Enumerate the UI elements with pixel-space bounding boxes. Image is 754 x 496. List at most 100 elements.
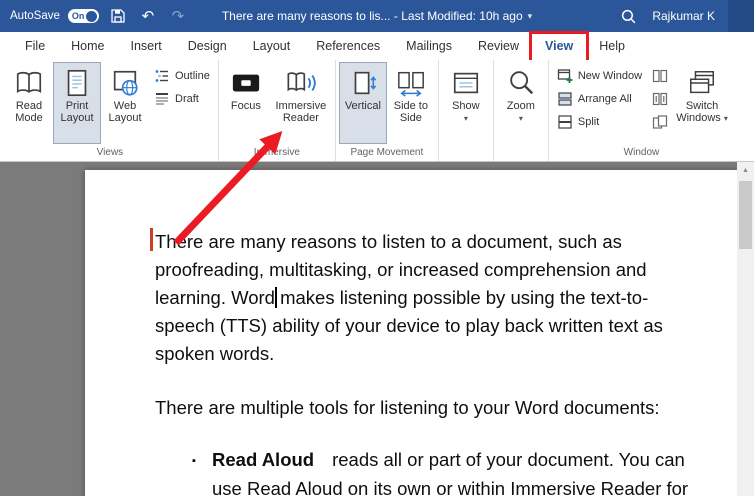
user-name[interactable]: Rajkumar K — [652, 9, 715, 23]
paragraph-line: proofreading, multitasking, or increased… — [155, 259, 647, 280]
switch-windows-icon — [690, 71, 715, 94]
outline-button[interactable]: Outline — [149, 65, 215, 87]
undo-button[interactable]: ↶ — [137, 5, 159, 27]
autosave-toggle[interactable]: On — [67, 9, 99, 23]
tab-file[interactable]: File — [12, 34, 58, 58]
window-group-label: Window — [623, 147, 660, 158]
autosave-label: AutoSave — [10, 10, 60, 22]
synchronous-scrolling-button[interactable] — [649, 90, 671, 108]
print-layout-button[interactable]: Print Layout — [53, 62, 101, 144]
chevron-down-icon: ▾ — [723, 114, 728, 123]
tab-design[interactable]: Design — [175, 34, 240, 58]
page-icon — [67, 69, 87, 97]
document-canvas: There are many reasons to listen to a do… — [0, 162, 754, 496]
switch-windows-label: Switch Windows — [676, 100, 721, 124]
zoom-label: Zoom — [506, 100, 535, 112]
reset-window-position-icon — [652, 115, 668, 129]
tab-view-label: View — [545, 39, 574, 53]
chevron-down-icon: ▾ — [463, 114, 468, 123]
vertical-scrollbar[interactable]: ▲ — [737, 162, 754, 496]
bullet-term: Read Aloud — [212, 449, 315, 470]
paragraph-line: spoken words. — [155, 343, 275, 364]
draft-button[interactable]: Draft — [149, 88, 215, 110]
search-button[interactable] — [617, 5, 639, 27]
bullet-line: ▪ Read Aloud reads all or part of your doc… — [192, 446, 688, 475]
views-group-label: Views — [96, 147, 124, 158]
save-button[interactable] — [107, 5, 129, 27]
page-movement-group-label: Page Movement — [350, 147, 424, 158]
web-layout-button[interactable]: Web Layout — [101, 62, 149, 144]
split-label: Split — [577, 116, 600, 128]
magnifier-icon — [510, 71, 533, 95]
autosave-state: On — [71, 11, 85, 21]
arrange-all-label: Arrange All — [577, 93, 632, 105]
side-to-side-button[interactable]: Side to Side — [387, 62, 435, 144]
focus-icon — [232, 74, 259, 92]
avatar[interactable] — [728, 0, 754, 32]
show-dropdown-button[interactable]: Show ▾ — [442, 62, 490, 144]
read-mode-button[interactable]: Read Mode — [5, 62, 53, 144]
bullet-line: use Read Aloud on its own or within Imme… — [212, 478, 689, 496]
tab-home[interactable]: Home — [58, 34, 117, 58]
globe-page-icon — [113, 70, 138, 96]
arrange-all-button[interactable]: Arrange All — [552, 88, 647, 110]
side-to-side-icon — [397, 71, 424, 97]
redo-icon: ↷ — [171, 8, 185, 25]
reset-window-position-button[interactable] — [649, 113, 671, 131]
split-icon — [558, 115, 572, 129]
text-cursor-red — [150, 228, 153, 251]
immersive-group-label: Immersive — [253, 147, 300, 158]
ribbon-group-page-movement: Vertical Side to Side Page Movement — [336, 60, 439, 161]
print-layout-label: Print Layout — [60, 100, 94, 124]
outline-label: Outline — [175, 70, 210, 82]
ribbon: Read Mode Print Layout Web Layout Outlin… — [0, 60, 754, 162]
immersive-reader-label: Immersive Reader — [275, 100, 327, 124]
scrollbar-thumb[interactable] — [739, 181, 752, 249]
view-side-by-side-button[interactable] — [649, 67, 671, 85]
focus-button[interactable]: Focus — [222, 62, 270, 144]
split-button[interactable]: Split — [552, 111, 647, 133]
document-title: There are many reasons to lis... - Last … — [221, 9, 523, 23]
side-by-side-icon — [652, 69, 668, 83]
immersive-reader-button[interactable]: Immersive Reader — [270, 62, 332, 144]
read-mode-label: Read Mode — [15, 100, 43, 124]
arrange-all-icon — [558, 92, 572, 106]
chevron-down-icon: ▾ — [527, 10, 533, 21]
bullet-item: ▪ Read Aloud reads all or part of your doc… — [155, 446, 688, 496]
document-title-dropdown[interactable]: There are many reasons to lis... - Last … — [222, 9, 532, 23]
switch-windows-button[interactable]: Switch Windows ▾ — [673, 62, 731, 144]
bullet-marker: ▪ — [192, 455, 196, 467]
paragraph-line: speech (TTS) ability of your device to p… — [155, 315, 663, 336]
new-window-icon — [557, 69, 573, 83]
chevron-down-icon: ▾ — [518, 114, 523, 123]
web-layout-label: Web Layout — [108, 100, 142, 124]
paragraph-line: There are many reasons to listen to a do… — [155, 231, 622, 252]
vertical-label: Vertical — [344, 100, 381, 112]
tab-mailings[interactable]: Mailings — [393, 34, 465, 58]
vertical-button[interactable]: Vertical — [338, 62, 387, 144]
paragraph-line: There are multiple tools for listening t… — [155, 397, 660, 418]
zoom-dropdown-button[interactable]: Zoom ▾ — [497, 62, 545, 144]
tab-review[interactable]: Review — [465, 34, 532, 58]
new-window-button[interactable]: New Window — [552, 65, 647, 87]
show-pane-icon — [453, 72, 478, 94]
document-text: There are many reasons to listen to a do… — [155, 228, 688, 496]
open-book-icon — [16, 71, 42, 94]
tab-help[interactable]: Help — [586, 34, 638, 58]
ribbon-tab-row: File Home Insert Design Layout Reference… — [0, 31, 754, 65]
titlebar: AutoSave On ↶ ↷ There are many reasons t… — [0, 0, 754, 32]
redo-button[interactable]: ↷ — [167, 5, 189, 27]
immersive-reader-icon — [287, 72, 316, 92]
synchronous-scrolling-icon — [652, 92, 668, 106]
toggle-knob — [86, 10, 98, 22]
tab-view[interactable]: View — [529, 31, 590, 65]
tab-references[interactable]: References — [303, 34, 393, 58]
ribbon-group-views: Read Mode Print Layout Web Layout Outlin… — [2, 60, 219, 161]
document-page[interactable]: There are many reasons to listen to a do… — [85, 170, 737, 496]
vertical-scroll-icon — [354, 71, 377, 95]
scroll-up-icon: ▲ — [742, 166, 749, 174]
scrollbar-up-button[interactable]: ▲ — [737, 162, 754, 178]
tab-layout[interactable]: Layout — [240, 34, 304, 58]
search-icon — [621, 9, 636, 23]
tab-insert[interactable]: Insert — [118, 34, 175, 58]
